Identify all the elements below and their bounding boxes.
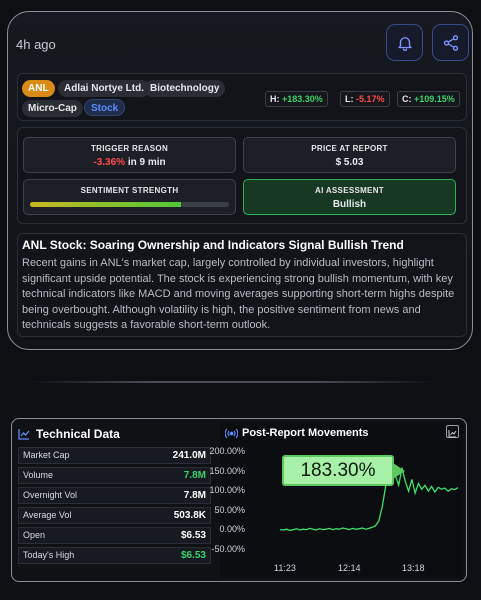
- tags-section: ANL Adlai Nortye Ltd. Biotechnology Micr…: [17, 73, 467, 121]
- trigger-reason-card: TRIGGER REASON -3.36% in 9 min: [23, 137, 236, 173]
- article-title[interactable]: ANL Stock: Soaring Ownership and Indicat…: [22, 238, 462, 252]
- chart-line-icon: [18, 429, 30, 440]
- high-value: +183.30%: [282, 94, 323, 104]
- sentiment-fill: [30, 202, 182, 207]
- close-value: +109.15%: [414, 94, 455, 104]
- technical-title: Technical Data: [36, 427, 120, 441]
- price-at-report-card: PRICE AT REPORT $ 5.03: [243, 137, 456, 173]
- cap-tag[interactable]: Micro-Cap: [22, 100, 83, 117]
- type-tag[interactable]: Stock: [84, 99, 126, 116]
- trigger-time: in 9 min: [127, 157, 166, 168]
- article-section: ANL Stock: Soaring Ownership and Indicat…: [17, 233, 467, 337]
- high-stat: H: +183.30%: [265, 91, 328, 107]
- trigger-change: -3.36%: [93, 157, 126, 168]
- ticker-tag[interactable]: ANL: [22, 80, 55, 97]
- table-row: Open $6.53: [18, 527, 211, 544]
- time-ago: 4h ago: [16, 37, 56, 52]
- company-tag[interactable]: Adlai Nortye Ltd.: [58, 80, 151, 97]
- low-stat: L: -5.17%: [340, 91, 390, 107]
- sector-tag[interactable]: Biotechnology: [144, 80, 226, 97]
- close-stat: C: +109.15%: [397, 91, 460, 107]
- sentiment-card: SENTIMENT STRENGTH: [23, 179, 236, 215]
- article-body: Recent gains in ANL's market cap, largel…: [22, 257, 455, 331]
- table-row: Today's High $6.53: [18, 547, 211, 564]
- low-value: -5.17%: [356, 94, 385, 104]
- table-row: Average Vol 503.8K: [18, 507, 211, 524]
- news-card: 4h ago ANL Adlai Nortye Ltd. Biotechnolo…: [7, 11, 473, 350]
- technical-panel: Technical Data Market Cap 241.0M Volume …: [11, 418, 467, 582]
- share-button[interactable]: [432, 24, 469, 61]
- table-row: Overnight Vol 7.8M: [18, 487, 211, 504]
- post-report-chart: Post-Report Movements 200.00% 150.00% 100.…: [209, 422, 463, 578]
- sentiment-bar: [30, 202, 229, 207]
- bell-icon: [397, 36, 412, 51]
- section-divider: [30, 381, 435, 383]
- share-icon: [443, 34, 458, 51]
- peak-callout: 183.30%: [282, 455, 405, 486]
- ai-assessment-card: AI ASSESSMENT Bullish: [243, 179, 456, 215]
- line-plot: [279, 458, 459, 532]
- price-value: $ 5.03: [335, 157, 364, 168]
- table-row: Market Cap 241.0M: [18, 447, 211, 464]
- notifications-button[interactable]: [386, 24, 423, 61]
- ai-value: Bullish: [332, 199, 367, 210]
- metrics-section: TRIGGER REASON -3.36% in 9 min PRICE AT …: [17, 127, 467, 224]
- table-row: Volume 7.8M: [18, 467, 211, 484]
